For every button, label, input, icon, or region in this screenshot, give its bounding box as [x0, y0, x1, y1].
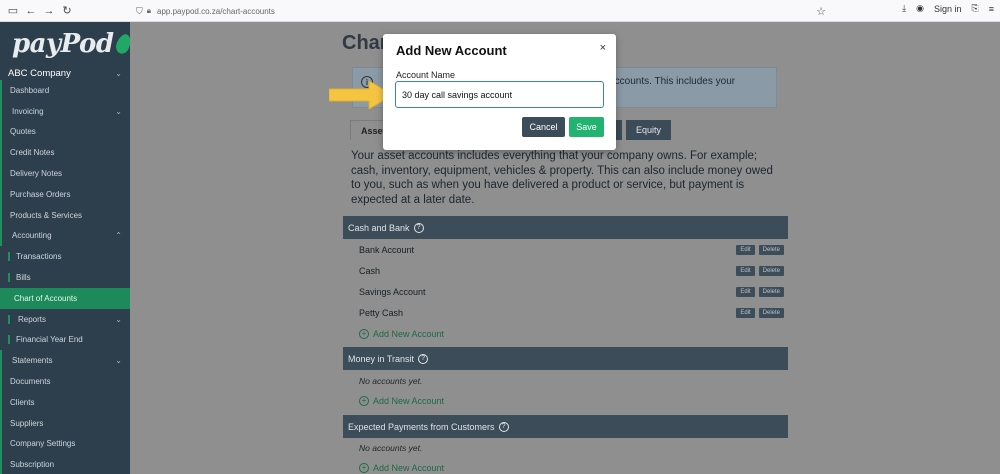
extensions-icon[interactable]: ⎘ [972, 3, 979, 14]
help-icon[interactable]: ? [413, 222, 424, 233]
add-new-account-link[interactable]: + Add New Account [359, 394, 444, 408]
forward-icon[interactable]: → [40, 2, 58, 20]
add-account-modal: Add New Account × Account Name Cancel Sa… [383, 34, 616, 150]
sidebar-item-products-services[interactable]: Products & Services [0, 204, 130, 226]
sidebar-item-dashboard[interactable]: Dashboard [0, 80, 130, 101]
intro-text: Your asset accounts includes everything … [351, 150, 773, 206]
download-icon[interactable]: ⤓ [902, 3, 906, 14]
reload-icon[interactable]: ↻ [58, 2, 76, 20]
sidebar-item-delivery-notes[interactable]: Delivery Notes [0, 163, 130, 184]
sidebar-item-clients[interactable]: Clients [0, 391, 130, 413]
account-name-label: Account Name [396, 70, 456, 80]
sidebar-item-transactions[interactable]: Transactions [0, 246, 130, 267]
delete-button[interactable]: Delete [758, 308, 784, 318]
chevron-down-icon: ⌄ [115, 106, 122, 116]
tab-equity[interactable]: Equity [626, 120, 672, 140]
sidebar-toggle-icon[interactable]: ▭ [4, 2, 22, 20]
sign-in-link[interactable]: Sign in [934, 4, 962, 14]
lock-icon: 🔒︎ [146, 6, 152, 15]
account-name-input[interactable] [395, 81, 604, 108]
sidebar-item-quotes[interactable]: Quotes [0, 121, 130, 143]
plus-circle-icon: + [359, 463, 369, 473]
browser-toolbar: ▭ ← → ↻ ⛉ 🔒︎ app.paypod.co.za/chart-acco… [0, 0, 1000, 22]
cancel-button[interactable]: Cancel [522, 117, 565, 137]
sidebar-item-company-settings[interactable]: Company Settings [0, 433, 130, 455]
chevron-down-icon: ⌄ [115, 314, 122, 324]
section-header-cash-and-bank: Cash and Bank ? [343, 216, 788, 239]
sidebar-item-statements[interactable]: Statements ⌄ [0, 350, 130, 372]
delete-button[interactable]: Delete [758, 266, 784, 276]
help-icon[interactable]: ? [418, 353, 429, 364]
delete-button[interactable]: Delete [758, 245, 784, 255]
section-header-expected-payments: Expected Payments from Customers ? [343, 415, 788, 438]
sidebar-item-chart-of-accounts[interactable]: Chart of Accounts [0, 287, 130, 309]
sidebar-item-accounting[interactable]: Accounting ⌃ [0, 225, 130, 247]
plus-circle-icon: + [359, 396, 369, 406]
accounts-panel: Your asset accounts includes everything … [343, 141, 788, 474]
sidebar-item-suppliers[interactable]: Suppliers [0, 412, 130, 434]
table-row: Petty Cash Edit Delete [359, 303, 784, 323]
delete-button[interactable]: Delete [758, 287, 784, 297]
section-header-money-in-transit: Money in Transit ? [343, 347, 788, 370]
chevron-up-icon: ⌃ [115, 231, 122, 241]
close-icon[interactable]: × [600, 42, 606, 54]
sidebar-item-invoicing[interactable]: Invoicing ⌄ [0, 100, 130, 122]
chevron-down-icon: ⌄ [115, 356, 122, 366]
edit-button[interactable]: Edit [736, 308, 755, 318]
info-line-2: s. [603, 89, 773, 103]
edit-button[interactable]: Edit [736, 287, 755, 297]
save-button[interactable]: Save [569, 117, 604, 137]
bookmark-star-icon[interactable]: ☆ [816, 5, 826, 18]
sidebar-item-financial-year-end[interactable]: Financial Year End [0, 330, 130, 351]
sidebar-item-bills[interactable]: Bills [0, 267, 130, 288]
table-row: Savings Account Edit Delete [359, 282, 784, 302]
sidebar-item-documents[interactable]: Documents [0, 371, 130, 392]
add-new-account-link[interactable]: + Add New Account [359, 327, 444, 341]
empty-state: No accounts yet. [359, 376, 423, 386]
edit-button[interactable]: Edit [736, 266, 755, 276]
plus-circle-icon: + [359, 329, 369, 339]
company-selector[interactable]: ABC Company ⌄ [0, 66, 130, 80]
sidebar-item-credit-notes[interactable]: Credit Notes [0, 142, 130, 164]
sidebar-item-purchase-orders[interactable]: Purchase Orders [0, 183, 130, 205]
info-line-1: r accounts. This includes your [603, 76, 736, 87]
table-row: Bank Account Edit Delete [359, 240, 784, 260]
help-icon[interactable]: ? [498, 421, 509, 432]
edit-button[interactable]: Edit [736, 245, 755, 255]
table-row: Cash Edit Delete [359, 261, 784, 281]
back-icon[interactable]: ← [22, 2, 40, 20]
sidebar-item-subscription[interactable]: Subscription [0, 454, 130, 474]
logo[interactable]: payPod [0, 22, 134, 66]
add-new-account-link[interactable]: + Add New Account [359, 461, 444, 474]
shield-icon: ⛉ [136, 5, 143, 16]
address-bar[interactable]: ⛉ 🔒︎ app.paypod.co.za/chart-accounts ☆ [136, 3, 836, 19]
chevron-down-icon: ⌄ [115, 68, 122, 78]
modal-title: Add New Account [396, 43, 507, 58]
sidebar-item-reports[interactable]: Reports ⌄ [0, 309, 130, 330]
sidebar: payPod ABC Company ⌄ Dashboard Invoicing… [0, 22, 134, 474]
account-icon[interactable]: ◉ [916, 3, 924, 14]
empty-state: No accounts yet. [359, 443, 423, 453]
url-text: app.paypod.co.za/chart-accounts [157, 6, 275, 16]
page-title: Char [342, 32, 388, 54]
menu-icon[interactable]: ≡ [989, 4, 994, 14]
